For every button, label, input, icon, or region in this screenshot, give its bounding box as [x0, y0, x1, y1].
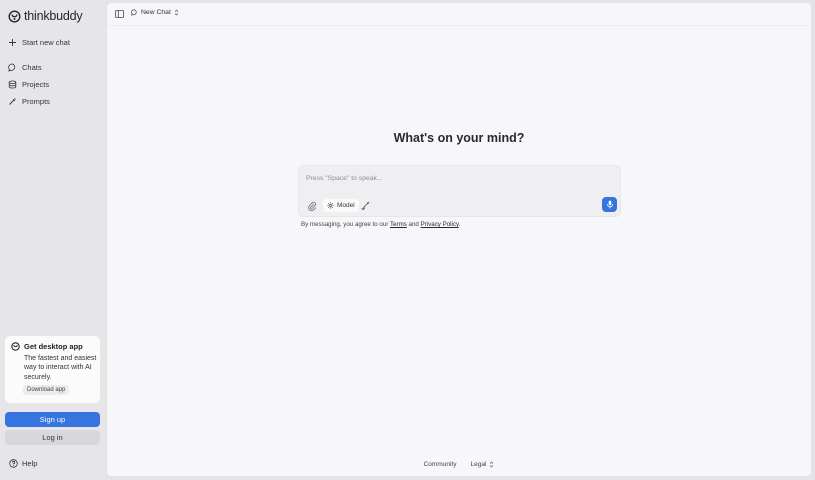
sign-up-button[interactable]: Sign up: [5, 412, 100, 427]
microphone-icon: [606, 200, 613, 209]
desktop-card-title: Get desktop app: [24, 342, 83, 351]
terms-link[interactable]: Terms: [390, 221, 407, 228]
model-selector-button[interactable]: Model: [323, 199, 359, 212]
sidebar-item-chats[interactable]: Chats: [8, 63, 42, 72]
log-in-button[interactable]: Log in: [5, 430, 100, 445]
sidebar-item-label: Prompts: [22, 97, 50, 106]
community-link[interactable]: Community: [424, 461, 457, 468]
chat-title: New Chat: [141, 9, 171, 16]
model-label: Model: [337, 202, 355, 209]
legal-label: Legal: [470, 461, 487, 468]
privacy-policy-link[interactable]: Privacy Policy: [421, 221, 459, 228]
page-headline: What's on your mind?: [393, 131, 525, 145]
start-new-chat-label: Start new chat: [22, 38, 70, 47]
desktop-card-description: The fastest and easiest way to interact …: [24, 355, 97, 381]
disclaimer-text: By messaging, you agree to our: [301, 221, 390, 228]
brand-logo[interactable]: thinkbuddy: [8, 9, 83, 23]
sidebar-toggle-icon[interactable]: [115, 10, 124, 18]
chevron-up-down-icon: [174, 9, 179, 16]
voice-input-button[interactable]: [602, 197, 617, 212]
sidebar-item-projects[interactable]: Projects: [8, 80, 49, 89]
footer: Community Legal: [107, 461, 811, 468]
sidebar-item-prompts[interactable]: Prompts: [8, 97, 50, 106]
top-bar: New Chat: [107, 3, 811, 26]
desktop-app-card: Get desktop app The fastest and easiest …: [5, 336, 100, 403]
start-new-chat-button[interactable]: Start new chat: [8, 38, 70, 47]
disclaimer-text: and: [406, 221, 421, 228]
message-input[interactable]: [306, 172, 596, 184]
legal-dropdown[interactable]: Legal: [470, 461, 494, 468]
chat-bubble-icon: [131, 9, 137, 16]
sidebar-item-label: Chats: [22, 63, 42, 72]
brand-name: thinkbuddy: [24, 9, 83, 23]
disclaimer-text: .: [458, 221, 461, 228]
help-button[interactable]: Help: [9, 459, 37, 468]
thinkbuddy-logo-icon: [8, 9, 21, 23]
plus-icon: [9, 39, 16, 46]
chevron-up-down-icon: [490, 461, 494, 468]
sidebar: thinkbuddy Start new chat Chats Projects: [0, 0, 106, 480]
paperclip-icon[interactable]: [307, 201, 317, 211]
thinkbuddy-logo-icon: [11, 342, 20, 351]
sparkle-pen-icon: [9, 97, 17, 105]
main-panel: New Chat What's on your mind? Model: [107, 3, 811, 476]
sidebar-item-label: Projects: [22, 80, 50, 89]
terms-disclaimer: By messaging, you agree to our Terms and…: [301, 221, 460, 228]
gear-icon: [327, 202, 334, 209]
chat-bubble-icon: [8, 63, 16, 72]
download-app-button[interactable]: Download app: [23, 385, 70, 395]
paint-brush-icon[interactable]: [361, 201, 370, 210]
help-label: Help: [22, 459, 38, 468]
message-composer: Model: [298, 165, 621, 217]
app-root: thinkbuddy Start new chat Chats Projects: [0, 0, 815, 480]
layers-icon: [8, 80, 17, 89]
chat-selector-dropdown[interactable]: New Chat: [131, 9, 179, 16]
help-circle-icon: [9, 459, 18, 468]
